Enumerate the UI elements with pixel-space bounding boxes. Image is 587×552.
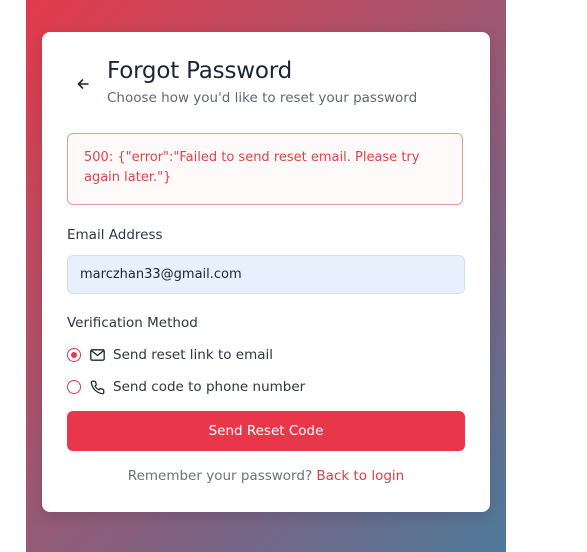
- forgot-password-card: Forgot Password Choose how you'd like to…: [42, 32, 490, 512]
- option-email-link[interactable]: Send reset link to email: [67, 345, 273, 365]
- error-alert: 500: {"error":"Failed to send reset emai…: [67, 133, 463, 205]
- email-label: Email Address: [67, 227, 163, 243]
- page-title: Forgot Password: [107, 58, 292, 84]
- back-button[interactable]: [72, 74, 94, 96]
- radio-phone[interactable]: [67, 380, 81, 394]
- verification-method-label: Verification Method: [67, 315, 198, 331]
- footer: Remember your password? Back to login: [42, 468, 490, 484]
- error-message: 500: {"error":"Failed to send reset emai…: [84, 150, 420, 185]
- footer-prompt: Remember your password?: [127, 468, 313, 484]
- page: Forgot Password Choose how you'd like to…: [0, 0, 587, 552]
- option-phone-code[interactable]: Send code to phone number: [67, 377, 305, 397]
- mail-icon: [89, 347, 105, 363]
- option-phone-label: Send code to phone number: [113, 379, 306, 395]
- page-subtitle: Choose how you'd like to reset your pass…: [107, 90, 418, 106]
- back-to-login-link[interactable]: Back to login: [316, 468, 404, 484]
- phone-icon: [89, 379, 105, 395]
- send-reset-code-button[interactable]: Send Reset Code: [67, 411, 465, 451]
- email-field[interactable]: [67, 255, 465, 294]
- option-email-label: Send reset link to email: [113, 347, 274, 363]
- arrow-left-icon: [76, 76, 90, 95]
- radio-email[interactable]: [67, 348, 81, 362]
